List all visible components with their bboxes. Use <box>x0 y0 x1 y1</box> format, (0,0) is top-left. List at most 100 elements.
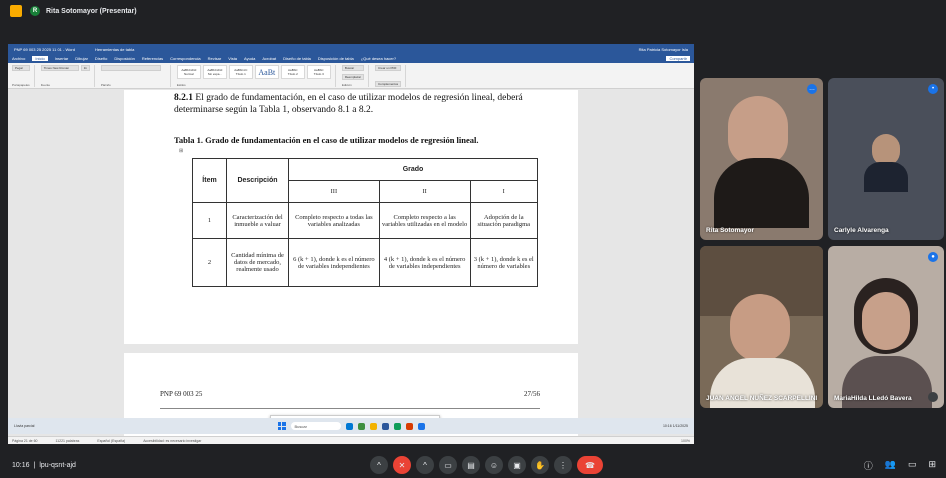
meeting-code[interactable]: lpu-qsnt-ajd <box>39 462 76 469</box>
style-normal[interactable]: AaBbCcDd Normal <box>176 65 201 79</box>
tab-disposicion-tabla[interactable]: Disposición de tabla <box>318 56 354 61</box>
word-ribbon: Pegar Portapapeles Times New Roman 11 Fu… <box>8 63 694 89</box>
create-pdf-button[interactable]: Crear un PDF <box>375 65 402 71</box>
tab-archivo[interactable]: Archivo <box>12 56 25 61</box>
chrome-icon[interactable] <box>393 422 401 430</box>
participant-face <box>728 96 788 166</box>
chevron-up-icon-2[interactable]: ^ <box>416 456 434 474</box>
more-options-button[interactable]: ⋮ <box>554 456 572 474</box>
header-item: Ítem <box>192 158 227 203</box>
addins-button[interactable]: Complementos <box>375 81 402 87</box>
participant-face <box>730 294 790 362</box>
weather-widget[interactable]: Lluvia parcial <box>14 424 74 428</box>
row2-desc: Cantidad mínima de datos de mercado, rea… <box>226 238 289 287</box>
raise-hand-button[interactable]: ✋ <box>531 456 549 474</box>
style-titulo3[interactable]: AaBbC Título 3 <box>306 65 331 79</box>
tab-acrobat[interactable]: Acrobat <box>262 56 276 61</box>
style-titulo[interactable]: AaBt <box>254 65 279 79</box>
participant-tile-carlyle[interactable]: • Carlyle Alvarenga <box>828 78 944 240</box>
taskbar-search[interactable]: Buscar <box>290 422 341 430</box>
app-icon-2[interactable] <box>357 422 365 430</box>
section-number: 8.2.1 <box>174 93 193 103</box>
word-ribbon-tabs: Archivo Inicio Insertar Dibujar Diseño D… <box>8 54 694 63</box>
leave-call-button[interactable]: ☎ <box>577 456 603 474</box>
font-size-select[interactable]: 11 <box>80 65 90 71</box>
info-icon[interactable]: ⓘ <box>864 459 873 472</box>
table-title: Tabla 1. Grado de fundamentación en el c… <box>174 135 479 145</box>
font-group: Times New Roman 11 Fuente <box>40 65 95 87</box>
presenter-label: Rita Sotomayor (Presentar) <box>46 7 137 15</box>
edit-group: Buscar Reemplazar Edición <box>341 65 369 87</box>
start-button-icon[interactable] <box>277 422 286 430</box>
status-language[interactable]: Español (España) <box>97 439 125 443</box>
taskbar-clock[interactable]: 10:16 1/11/2025 <box>628 424 688 428</box>
style-titulo1[interactable]: AaBbCcC Título 1 <box>228 65 253 79</box>
style-sin-espaciado[interactable]: AaBbCcDd Sin espa... <box>202 65 227 79</box>
mic-muted-icon <box>928 392 938 402</box>
document-area[interactable]: 8.2.1 El grado de fundamentación, en el … <box>8 90 694 436</box>
tab-revisar[interactable]: Revisar <box>208 56 222 61</box>
grado-table[interactable]: Ítem Descripción Grado III II I 1 Caract… <box>192 158 538 287</box>
activities-icon[interactable]: ⊞ <box>928 459 936 472</box>
chat-icon[interactable]: ▭ <box>908 459 917 472</box>
app-icon-7[interactable] <box>417 422 425 430</box>
mic-off-button[interactable]: ✕ <box>393 456 411 474</box>
styles-label: Estilos <box>176 83 186 87</box>
tab-diseno[interactable]: Diseño <box>95 56 107 61</box>
find-button[interactable]: Buscar <box>341 65 364 71</box>
font-name-select[interactable]: Times New Roman <box>40 65 79 71</box>
side-panel-buttons: ⓘ 👥 ▭ ⊞ <box>864 459 936 472</box>
tab-dibujar[interactable]: Dibujar <box>75 56 88 61</box>
tab-inicio[interactable]: Inicio <box>32 56 48 61</box>
word-context-tab: Herramientas de tabla <box>94 46 135 52</box>
tab-search-help[interactable]: ¿Qué desea hacer? <box>361 56 396 61</box>
clipboard-label: Portapapeles <box>12 83 30 87</box>
tab-vista[interactable]: Vista <box>228 56 237 61</box>
app-icon-6[interactable] <box>405 422 413 430</box>
tab-ayuda[interactable]: Ayuda <box>244 56 255 61</box>
share-word-button[interactable]: Compartir <box>666 56 690 61</box>
row2-grade-iii: 6 (k + 1), donde k es el número de varia… <box>288 238 380 287</box>
participant-tile-juan[interactable]: JUAN ANGEL NUÑEZ SCARPELLINI <box>700 246 823 408</box>
present-button[interactable]: ▣ <box>508 456 526 474</box>
participant-tile-rita[interactable]: … Rita Sotomayor <box>700 78 823 240</box>
tab-diseno-tabla[interactable]: Diseño de tabla <box>283 56 311 61</box>
status-zoom[interactable]: 100% <box>681 439 690 443</box>
camera-button[interactable]: ▭ <box>439 456 457 474</box>
tab-correspondencia[interactable]: Correspondencia <box>170 56 200 61</box>
folder-icon[interactable] <box>369 422 377 430</box>
table-move-handle-icon[interactable]: ⊞ <box>179 148 183 154</box>
participant-name: MariaHilda LLedó Bavera <box>834 395 912 402</box>
participant-tile-mariahilda[interactable]: ● MariaHilda LLedó Bavera <box>828 246 944 408</box>
status-accessibility[interactable]: Accesibilidad: es necesario investigar <box>143 439 201 443</box>
paragraph-tools[interactable] <box>100 65 161 71</box>
tab-referencias[interactable]: Referencias <box>142 56 163 61</box>
styles-group: AaBbCcDd Normal AaBbCcDd Sin espa... AaBbC… <box>176 65 336 87</box>
chevron-up-icon[interactable]: ^ <box>370 456 388 474</box>
status-page[interactable]: Página 21 de 60 <box>12 439 38 443</box>
paste-button[interactable]: Pegar <box>12 65 30 71</box>
word-app-icon[interactable] <box>381 422 389 430</box>
explorer-icon[interactable] <box>345 422 353 430</box>
document-page[interactable]: 8.2.1 El grado de fundamentación, en el … <box>124 90 578 344</box>
grade-i: I <box>469 180 538 203</box>
shared-screen: PNP 69 003 25 2025 11 01 - Word Herramie… <box>8 44 694 444</box>
font-label: Fuente <box>40 83 51 87</box>
replace-button[interactable]: Reemplazar <box>341 74 364 80</box>
style-titulo2[interactable]: AaBbC Título 2 <box>280 65 305 79</box>
captions-button[interactable]: ▤ <box>462 456 480 474</box>
presenter-chip[interactable]: R Rita Sotomayor (Presentar) <box>30 6 137 16</box>
speaking-indicator-icon: … <box>807 84 817 94</box>
row1-grade-ii: Completo respecto a las variables utiliz… <box>378 202 471 239</box>
people-icon[interactable]: 👥 <box>885 459 896 472</box>
status-words[interactable]: 11221 palabras <box>56 439 80 443</box>
windows-taskbar: Lluvia parcial Buscar 10:16 1/11/2025 <box>8 418 694 434</box>
grade-iii: III <box>288 180 380 203</box>
clipboard-group: Pegar Portapapeles <box>12 65 35 87</box>
word-user[interactable]: Rita Patricia Sotomayor Isla <box>639 47 688 52</box>
tab-insertar[interactable]: Insertar <box>55 56 69 61</box>
tab-disposicion[interactable]: Disposición <box>114 56 134 61</box>
emoji-button[interactable]: ☺ <box>485 456 503 474</box>
paragraph-group: Párrafo <box>100 65 171 87</box>
pin-icon[interactable]: ● <box>928 252 938 262</box>
